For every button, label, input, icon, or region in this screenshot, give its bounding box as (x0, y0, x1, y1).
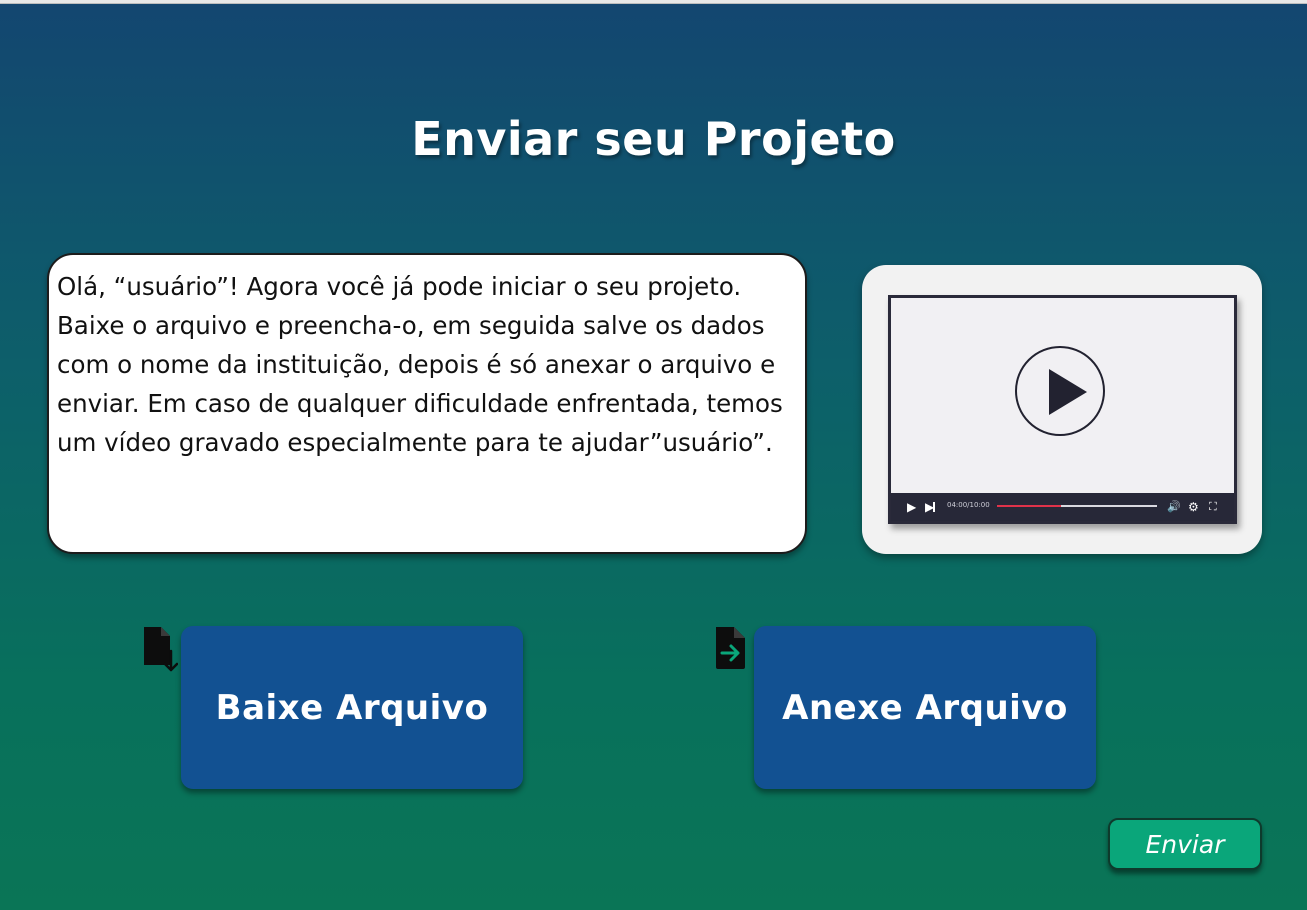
file-download-icon (144, 627, 178, 672)
gear-icon[interactable]: ⚙ (1188, 500, 1199, 514)
video-progress-bar[interactable] (997, 505, 1157, 507)
video-card: ▶ ▶​ 04:00/10:00 🔊 ⚙ ⛶ (862, 265, 1262, 554)
video-controls: ▶ ▶​ 04:00/10:00 🔊 ⚙ ⛶ (891, 493, 1234, 521)
play-button[interactable] (1015, 346, 1105, 436)
download-file-button[interactable]: Baixe Arquivo (181, 626, 523, 789)
window-top-bar (0, 0, 1307, 4)
message-text: Olá, “usuário”! Agora você já pode inici… (57, 272, 783, 457)
play-icon (1049, 369, 1087, 415)
attach-file-button[interactable]: Anexe Arquivo (754, 626, 1096, 789)
file-attach-icon (716, 627, 745, 669)
send-button[interactable]: Enviar (1108, 818, 1262, 870)
video-player[interactable]: ▶ ▶​ 04:00/10:00 🔊 ⚙ ⛶ (888, 295, 1237, 524)
video-time: 04:00/10:00 (947, 501, 990, 509)
page-title: Enviar seu Projeto (411, 112, 896, 166)
fullscreen-icon[interactable]: ⛶ (1209, 500, 1217, 514)
play-icon[interactable]: ▶ (907, 500, 916, 514)
message-box: Olá, “usuário”! Agora você já pode inici… (47, 253, 807, 554)
volume-icon[interactable]: 🔊 (1167, 500, 1181, 514)
skip-next-icon[interactable]: ▶​ (925, 500, 936, 514)
video-progress-fill (997, 505, 1061, 507)
